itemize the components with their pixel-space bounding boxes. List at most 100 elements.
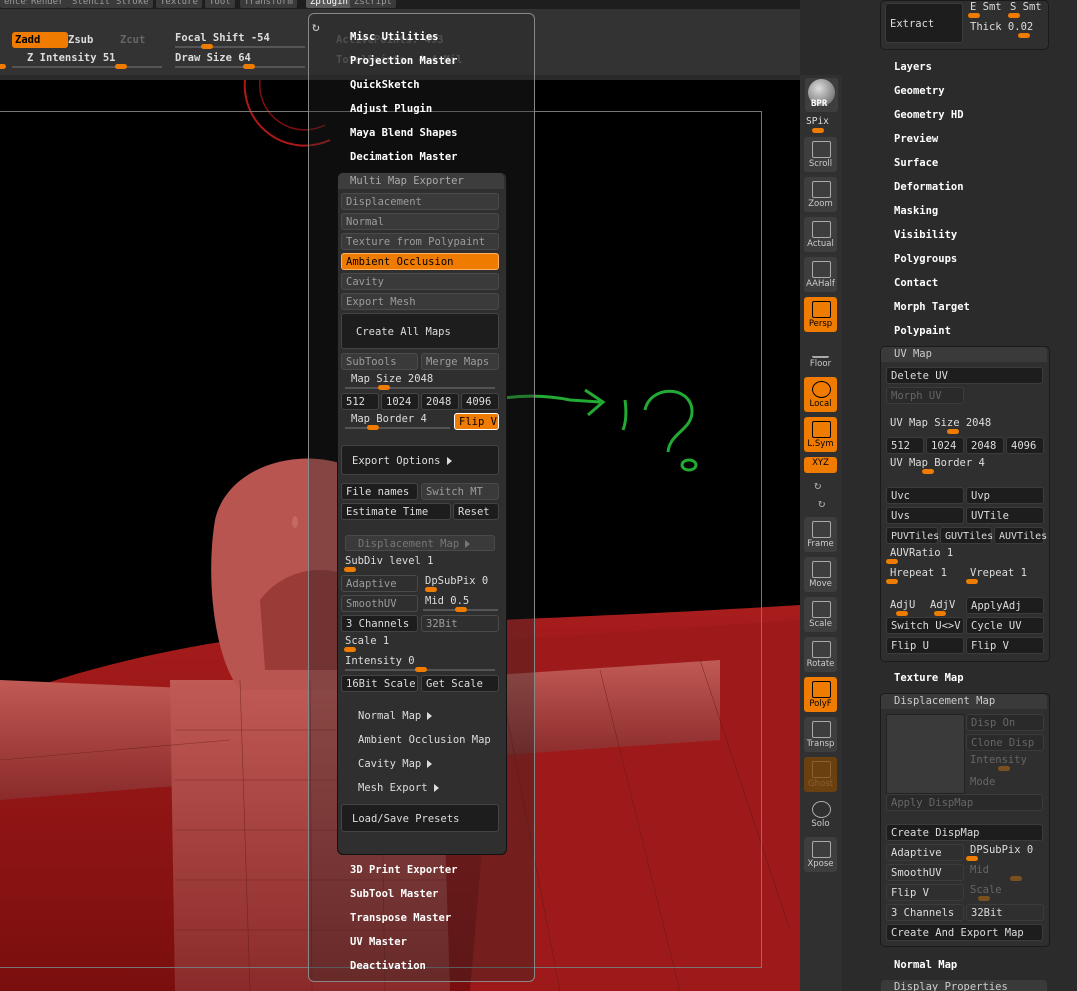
menu-item-projection-master[interactable]: Projection Master <box>350 55 457 67</box>
intensity-knob[interactable] <box>415 667 427 672</box>
delete-uv-button[interactable]: Delete UV <box>886 367 1043 384</box>
solo-button[interactable]: Solo <box>804 797 837 832</box>
disp-mid-slider[interactable]: Mid <box>970 864 989 876</box>
map-size-knob[interactable] <box>378 385 390 390</box>
menu-item-transpose-master[interactable]: Transpose Master <box>350 912 451 924</box>
uv-size-4096-button[interactable]: 4096 <box>1006 437 1044 454</box>
spix-knob[interactable] <box>812 128 824 133</box>
ghost-button[interactable]: Ghost <box>804 757 837 792</box>
section-masking[interactable]: Masking <box>894 205 938 217</box>
menu-item-misc-utilities[interactable]: Misc Utilities <box>350 31 439 43</box>
transp-button[interactable]: Transp <box>804 717 837 752</box>
flip-v-button[interactable]: Flip V <box>454 413 499 430</box>
uvs-button[interactable]: Uvs <box>886 507 964 524</box>
draw-size-knob[interactable] <box>243 64 255 69</box>
floor-button[interactable]: Floor <box>804 337 837 372</box>
16bit-scale-button[interactable]: 16Bit Scale <box>341 675 418 692</box>
ambient-occlusion-toggle[interactable]: Ambient Occlusion <box>341 253 499 270</box>
uv-map-header[interactable]: UV Map <box>881 347 1047 362</box>
thick-slider[interactable]: Thick 0.02 <box>970 21 1033 33</box>
subdiv-level-knob[interactable] <box>344 567 356 572</box>
rgb-intensity-knob[interactable] <box>0 64 6 69</box>
disp-scale-slider[interactable]: Scale <box>970 884 1002 896</box>
uv-map-border-knob[interactable] <box>922 469 934 474</box>
disp-adaptive-toggle[interactable]: Adaptive <box>886 844 964 861</box>
menu-item-adjust-plugin[interactable]: Adjust Plugin <box>350 103 432 115</box>
menu-stroke[interactable]: Stroke <box>112 0 153 8</box>
scale-button[interactable]: Scale <box>804 597 837 632</box>
section-geometry-hd[interactable]: Geometry HD <box>894 109 964 121</box>
auvtiles-button[interactable]: AUVTiles <box>994 527 1047 544</box>
menu-item-decimation-master[interactable]: Decimation Master <box>350 151 457 163</box>
menu-item-3d-print-exporter[interactable]: 3D Print Exporter <box>350 864 457 876</box>
vrepeat-slider[interactable]: Vrepeat 1 <box>970 567 1027 579</box>
spix-slider[interactable]: SPix <box>806 116 829 127</box>
dpsubpix-slider[interactable]: DpSubPix 0 <box>425 575 488 587</box>
mid-knob[interactable] <box>455 607 467 612</box>
aahalf-button[interactable]: AAHalf <box>804 257 837 292</box>
xpose-button[interactable]: Xpose <box>804 837 837 872</box>
disp-dpsubpix-slider[interactable]: DPSubPix 0 <box>970 844 1033 856</box>
focal-shift-slider[interactable]: Focal Shift -54 <box>175 30 270 46</box>
uv-map-border-slider[interactable]: UV Map Border 4 <box>890 457 985 469</box>
menu-item-subtool-master[interactable]: SubTool Master <box>350 888 439 900</box>
thick-knob[interactable] <box>1018 33 1030 38</box>
normal-toggle[interactable]: Normal <box>341 213 499 230</box>
map-size-slider[interactable]: Map Size 2048 <box>351 373 433 385</box>
size-4096-button[interactable]: 4096 <box>461 393 499 410</box>
zsub-button[interactable]: Zsub <box>68 32 93 48</box>
merge-maps-toggle[interactable]: Merge Maps <box>421 353 499 370</box>
rotate-z-icon[interactable]: ↻ <box>818 496 825 510</box>
guvtiles-button[interactable]: GUVTiles <box>940 527 993 544</box>
rotate-y-icon[interactable]: ↻ <box>814 478 821 492</box>
create-dispmap-button[interactable]: Create DispMap <box>886 824 1043 841</box>
switch-uv-button[interactable]: Switch U<>V <box>886 617 964 634</box>
uv-map-size-knob[interactable] <box>947 429 959 434</box>
disp-mid-knob[interactable] <box>1010 876 1022 881</box>
disp-intensity-knob[interactable] <box>998 766 1010 771</box>
cavity-map-submenu[interactable]: Cavity Map <box>358 758 433 770</box>
subdiv-level-slider[interactable]: SubDiv level 1 <box>345 555 434 567</box>
size-1024-button[interactable]: 1024 <box>381 393 419 410</box>
reset-button[interactable]: Reset <box>453 503 499 520</box>
actual-button[interactable]: Actual <box>804 217 837 252</box>
zcut-button[interactable]: Zcut <box>120 32 145 48</box>
flip-u-button[interactable]: Flip U <box>886 637 964 654</box>
adju-knob[interactable] <box>896 611 908 616</box>
disp-dpsubpix-knob[interactable] <box>966 856 978 861</box>
displacement-thumbnail[interactable] <box>886 714 965 794</box>
hrepeat-knob[interactable] <box>886 579 898 584</box>
subtools-toggle[interactable]: SubTools <box>341 353 418 370</box>
section-morph-target[interactable]: Morph Target <box>894 301 970 313</box>
section-visibility[interactable]: Visibility <box>894 229 957 241</box>
draw-size-track[interactable] <box>175 66 305 68</box>
section-contact[interactable]: Contact <box>894 277 938 289</box>
hrepeat-slider[interactable]: Hrepeat 1 <box>890 567 947 579</box>
section-surface[interactable]: Surface <box>894 157 938 169</box>
disp-flip-v-toggle[interactable]: Flip V <box>886 884 964 901</box>
z-intensity-slider[interactable]: Z Intensity 51 <box>27 50 116 66</box>
polyf-button[interactable]: PolyF <box>804 677 837 712</box>
uvp-button[interactable]: Uvp <box>966 487 1044 504</box>
move-button[interactable]: Move <box>804 557 837 592</box>
menu-stencil[interactable]: Stencil <box>68 0 114 8</box>
mesh-export-submenu[interactable]: Mesh Export <box>358 782 439 794</box>
32bit-toggle[interactable]: 32Bit <box>421 615 499 632</box>
normal-map-submenu[interactable]: Normal Map <box>358 710 433 722</box>
dpsubpix-knob[interactable] <box>425 587 437 592</box>
section-geometry[interactable]: Geometry <box>894 85 945 97</box>
menu-zplugin[interactable]: Zplugin <box>306 0 352 8</box>
disp-on-button[interactable]: Disp On <box>966 714 1044 731</box>
puvtiles-button[interactable]: PUVTiles <box>886 527 939 544</box>
export-options-button[interactable]: Export Options <box>341 445 499 475</box>
menu-zscript[interactable]: Zscript <box>350 0 396 8</box>
apply-dispmap-button[interactable]: Apply DispMap <box>886 794 1043 811</box>
section-normal-map[interactable]: Normal Map <box>894 959 957 971</box>
menu-render[interactable]: Render <box>27 0 68 8</box>
display-properties-header[interactable]: Display Properties <box>881 980 1047 991</box>
section-layers[interactable]: Layers <box>894 61 932 73</box>
z-intensity-track[interactable] <box>12 66 162 68</box>
e-smt-slider[interactable]: E Smt <box>970 1 1002 13</box>
menu-item-uv-master[interactable]: UV Master <box>350 936 407 948</box>
uv-size-512-button[interactable]: 512 <box>886 437 924 454</box>
